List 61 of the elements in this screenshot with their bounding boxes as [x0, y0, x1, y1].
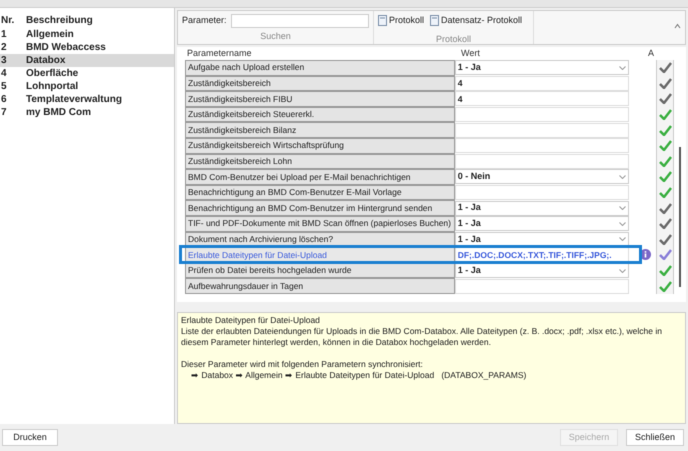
- description-text: Liste der erlaubten Dateiendungen für Uploads in die BMD Com-Databox. Alle Dateitypen (z. B. .docx; .pdf; .xlsx etc.), welche in diesem Parameter hinterlegt werden, können in die Databox hochgeladen werden.: [181, 326, 663, 348]
- search-label: Parameter:: [182, 14, 227, 28]
- chevron-down-icon: [618, 66, 626, 70]
- parameter-name[interactable]: Zuständigkeitsbereich Steuererkl.: [185, 106, 455, 122]
- value-dropdown[interactable]: 0 - Nein: [454, 169, 629, 184]
- sidebar-item[interactable]: 3 Databox: [0, 54, 174, 67]
- sidebar-item[interactable]: 2 BMD Webaccess: [0, 41, 174, 54]
- value-field[interactable]: [454, 154, 629, 169]
- column-header: Parametername: [186, 46, 253, 60]
- value-dropdown[interactable]: 1 - Ja: [454, 216, 629, 232]
- column-header: Nr.: [0, 14, 16, 28]
- chevron-down-icon: [618, 174, 626, 179]
- value-field[interactable]: [454, 278, 629, 294]
- protocol-button[interactable]: Datensatz- Protokoll: [430, 14, 522, 28]
- column-header: Beschreibung: [26, 14, 93, 28]
- value-field[interactable]: 4: [454, 76, 629, 91]
- sync-path: ➡ Databox ➡ Allgemein ➡ Erlaubte Dateitypen für Datei-Upload (DATABOX_PARAMS): [190, 370, 528, 381]
- parameter-name[interactable]: Zuständigkeitsbereich Lohn: [185, 154, 455, 170]
- value-dropdown[interactable]: 1 - Ja: [454, 263, 629, 278]
- group-label: Suchen: [259, 30, 292, 43]
- collapse-icon[interactable]: [674, 23, 681, 29]
- column-header: A: [646, 46, 655, 60]
- scrollbar-thumb[interactable]: [679, 147, 681, 287]
- sync-intro: Dieser Parameter wird mit folgenden Parametern synchronisiert:: [181, 359, 424, 370]
- chevron-down-icon: [618, 268, 626, 273]
- group-label: Protokoll: [434, 32, 472, 46]
- chevron-down-icon: [618, 237, 626, 242]
- sidebar-item[interactable]: 7 my BMD Com: [0, 106, 174, 119]
- value-dropdown[interactable]: 1 - Ja: [454, 232, 629, 247]
- protocol-button[interactable]: Protokoll: [378, 14, 424, 28]
- parameter-name[interactable]: TIF- und PDF-Dokumente mit BMD Scan öffnen (papierloses Buchen): [185, 216, 455, 232]
- parameter-name[interactable]: Aufbewahrungsdauer in Tagen: [185, 278, 455, 294]
- value-field[interactable]: [454, 185, 629, 200]
- sidebar-item[interactable]: 4 Oberfläche: [0, 67, 174, 80]
- sidebar-item[interactable]: 6 Templateverwaltung: [0, 93, 174, 106]
- chevron-down-icon: [618, 222, 626, 226]
- chevron-down-icon: [618, 206, 626, 210]
- parameter-name[interactable]: BMD Com-Benutzer bei Upload per E-Mail benachrichtigen: [185, 169, 455, 185]
- parameter-name[interactable]: Zuständigkeitsbereich Bilanz: [185, 122, 455, 138]
- value-field[interactable]: [454, 107, 629, 122]
- sidebar-item[interactable]: 5 Lohnportal: [0, 80, 174, 93]
- column-header: Wert: [460, 46, 481, 60]
- parameter-name[interactable]: Zuständigkeitsbereich Wirtschaftsprüfung: [185, 138, 455, 154]
- parameter-name[interactable]: Aufgabe nach Upload erstellen: [185, 60, 455, 76]
- parameter-name[interactable]: Zuständigkeitsbereich: [185, 76, 455, 92]
- value-dropdown[interactable]: 1 - Ja: [454, 200, 629, 216]
- print-button[interactable]: Drucken: [2, 429, 58, 446]
- close-button[interactable]: Schließen: [626, 429, 684, 446]
- document-icon: [430, 15, 440, 26]
- info-icon[interactable]: [640, 249, 651, 260]
- parameter-name[interactable]: Zuständigkeitsbereich FIBU: [185, 91, 455, 107]
- parameter-name[interactable]: Benachrichtigung an BMD Com-Benutzer im Hintergrund senden: [185, 200, 455, 216]
- sidebar-item[interactable]: 1 Allgemein: [0, 28, 174, 41]
- description-title: Erlaubte Dateitypen für Datei-Upload: [181, 315, 321, 326]
- value-dropdown[interactable]: 1 - Ja: [454, 60, 629, 76]
- value-field[interactable]: 4: [454, 91, 629, 106]
- document-icon: [378, 15, 387, 26]
- value-field[interactable]: [454, 122, 629, 138]
- parameter-name[interactable]: Benachrichtigung an BMD Com-Benutzer E-Mail Vorlage: [185, 184, 455, 200]
- value-field[interactable]: [454, 138, 629, 154]
- search-field[interactable]: [230, 14, 369, 28]
